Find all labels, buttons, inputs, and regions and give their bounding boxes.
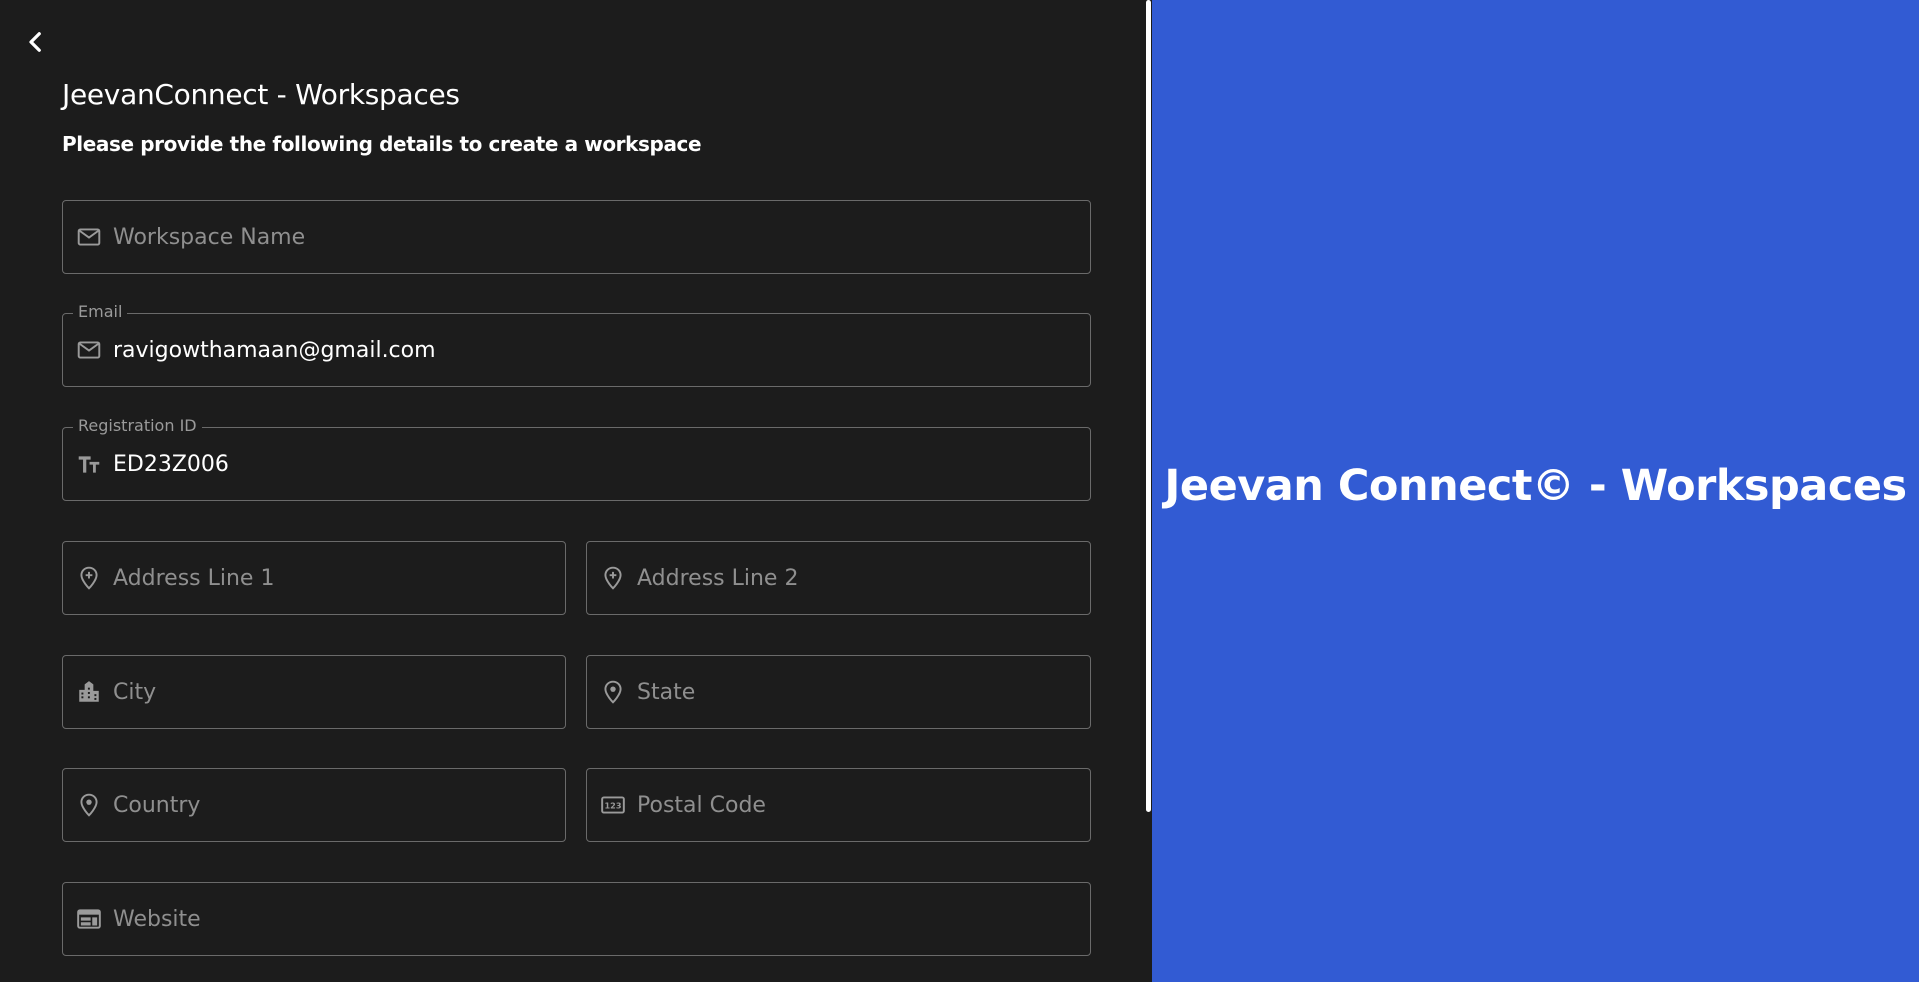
web-icon [75,905,103,933]
state-input[interactable] [637,656,1090,728]
registration-id-input[interactable] [113,428,1090,500]
address-line-2-input[interactable] [637,542,1090,614]
page-title: JeevanConnect - Workspaces [62,78,460,111]
email-label: Email [73,302,128,321]
svg-text:123: 123 [605,800,622,810]
location-city-icon [75,678,103,706]
scrollbar-thumb[interactable] [1146,0,1151,812]
website-field[interactable] [62,882,1091,956]
mail-icon [75,336,103,364]
pin-123-icon: 123 [599,791,627,819]
address-line-2-field[interactable] [586,541,1091,615]
brand-heading: Jeevan Connect© - Workspaces [1164,460,1907,511]
chevron-left-icon [29,32,41,52]
city-field[interactable] [62,655,566,729]
workspace-name-field[interactable] [62,200,1091,274]
address-line-1-field[interactable] [62,541,566,615]
postal-code-field[interactable]: 123 [586,768,1091,842]
location-pin-icon [599,678,627,706]
location-pin-icon [75,791,103,819]
workspace-name-input[interactable] [113,201,1090,273]
email-field[interactable]: Email [62,302,1091,387]
text-fields-icon [75,450,103,478]
registration-id-field[interactable]: Registration ID [62,416,1091,501]
back-button[interactable] [20,27,50,57]
city-input[interactable] [113,656,565,728]
page-subtitle: Please provide the following details to … [62,132,702,156]
state-field[interactable] [586,655,1091,729]
add-location-icon [599,564,627,592]
email-input[interactable] [113,314,1090,386]
country-field[interactable] [62,768,566,842]
address-line-1-input[interactable] [113,542,565,614]
country-input[interactable] [113,769,565,841]
mail-icon [75,223,103,251]
registration-id-label: Registration ID [73,416,202,435]
form-pane: JeevanConnect - Workspaces Please provid… [0,0,1145,982]
add-location-icon [75,564,103,592]
website-input[interactable] [113,883,1090,955]
postal-code-input[interactable] [637,769,1090,841]
brand-panel: Jeevan Connect© - Workspaces [1152,0,1919,982]
